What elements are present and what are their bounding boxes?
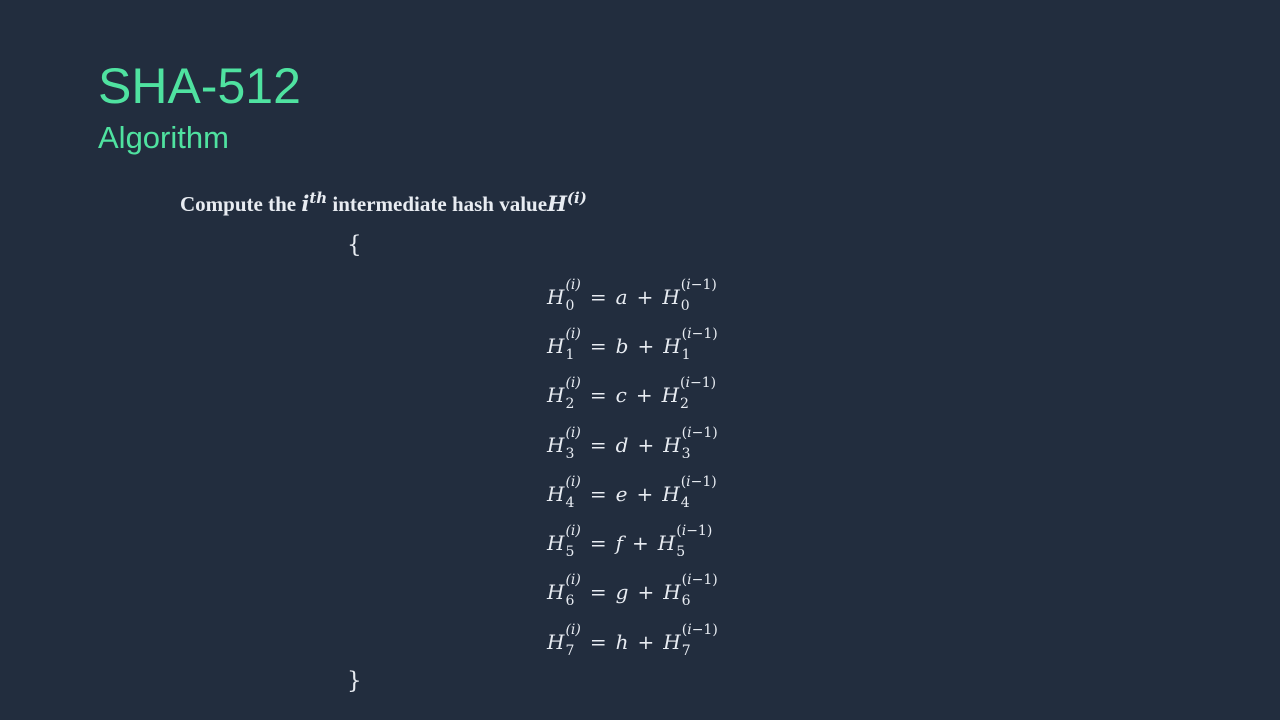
working-variable: e — [615, 481, 628, 506]
lhs-term: H (i) 0 — [547, 276, 581, 314]
open-brace: { — [347, 232, 362, 258]
plus-sign: + — [632, 531, 649, 556]
rhs-term: H (i−1) 6 — [663, 572, 718, 610]
lhs-term: H (i) 4 — [547, 473, 581, 511]
equals-sign: = — [589, 629, 607, 654]
equation-row: H (i) 5 = f + H (i−1) 5 — [547, 518, 718, 567]
heading-i: ith — [301, 189, 328, 217]
lhs-term: H (i) 5 — [547, 523, 581, 561]
plus-sign: + — [637, 333, 655, 358]
plus-sign: + — [635, 383, 653, 408]
plus-sign: + — [637, 580, 655, 605]
rhs-term: H (i−1) 4 — [662, 473, 717, 511]
rhs-term: H (i−1) 2 — [661, 375, 717, 413]
working-variable: g — [615, 580, 629, 605]
rhs-term: H (i−1) 0 — [662, 276, 717, 314]
equals-sign: = — [589, 580, 607, 605]
lhs-term: H (i) 7 — [547, 621, 581, 659]
plus-sign: + — [636, 284, 654, 309]
lhs-term: H (i) 6 — [547, 572, 581, 610]
equation-row: H (i) 0 = a + H (i−1) 0 — [547, 272, 718, 321]
equation-row: H (i) 7 = h + H (i−1) 7 — [547, 617, 718, 666]
heading-H: H(i) — [547, 189, 587, 217]
rhs-term: H (i−1) 5 — [657, 523, 713, 561]
equation-row: H (i) 1 = b + H (i−1) 1 — [547, 321, 718, 370]
equals-sign: = — [589, 333, 607, 358]
working-variable: b — [615, 333, 629, 358]
rhs-term: H (i−1) 1 — [663, 325, 718, 363]
equation-row: H (i) 3 = d + H (i−1) 3 — [547, 420, 718, 469]
slide: SHA-512 Algorithm Compute the ith interm… — [0, 0, 1280, 720]
equation-list: H (i) 0 = a + H (i−1) 0 H (i) 1 = b + H (i−1) 1 H (i) 2 = c + H(… — [547, 272, 718, 666]
equals-sign: = — [589, 432, 607, 457]
close-brace: } — [347, 668, 362, 694]
equation-row: H (i) 6 = g + H (i−1) 6 — [547, 568, 718, 617]
rhs-term: H (i−1) 3 — [663, 424, 718, 462]
working-variable: h — [615, 629, 629, 654]
heading-text-1: Compute the — [180, 192, 297, 216]
lhs-term: H (i) 3 — [547, 424, 581, 462]
working-variable: a — [615, 284, 628, 309]
equals-sign: = — [589, 284, 607, 309]
slide-title: SHA-512 — [98, 58, 301, 114]
slide-subtitle: Algorithm — [98, 120, 229, 155]
equals-sign: = — [589, 531, 607, 556]
working-variable: c — [615, 383, 627, 408]
lhs-term: H (i) 1 — [547, 325, 581, 363]
working-variable: f — [615, 531, 624, 556]
plus-sign: + — [637, 629, 655, 654]
equation-row: H (i) 4 = e + H (i−1) 4 — [547, 469, 718, 518]
equation-row: H (i) 2 = c + H (i−1) 2 — [547, 371, 718, 420]
heading-text-2: intermediate hash value — [332, 192, 548, 216]
equals-sign: = — [589, 481, 607, 506]
working-variable: d — [615, 432, 629, 457]
lhs-term: H (i) 2 — [547, 375, 581, 413]
plus-sign: + — [636, 481, 654, 506]
plus-sign: + — [637, 432, 655, 457]
equals-sign: = — [589, 383, 607, 408]
section-heading: Compute the ith intermediate hash valueH… — [180, 184, 587, 224]
rhs-term: H (i−1) 7 — [663, 621, 718, 659]
